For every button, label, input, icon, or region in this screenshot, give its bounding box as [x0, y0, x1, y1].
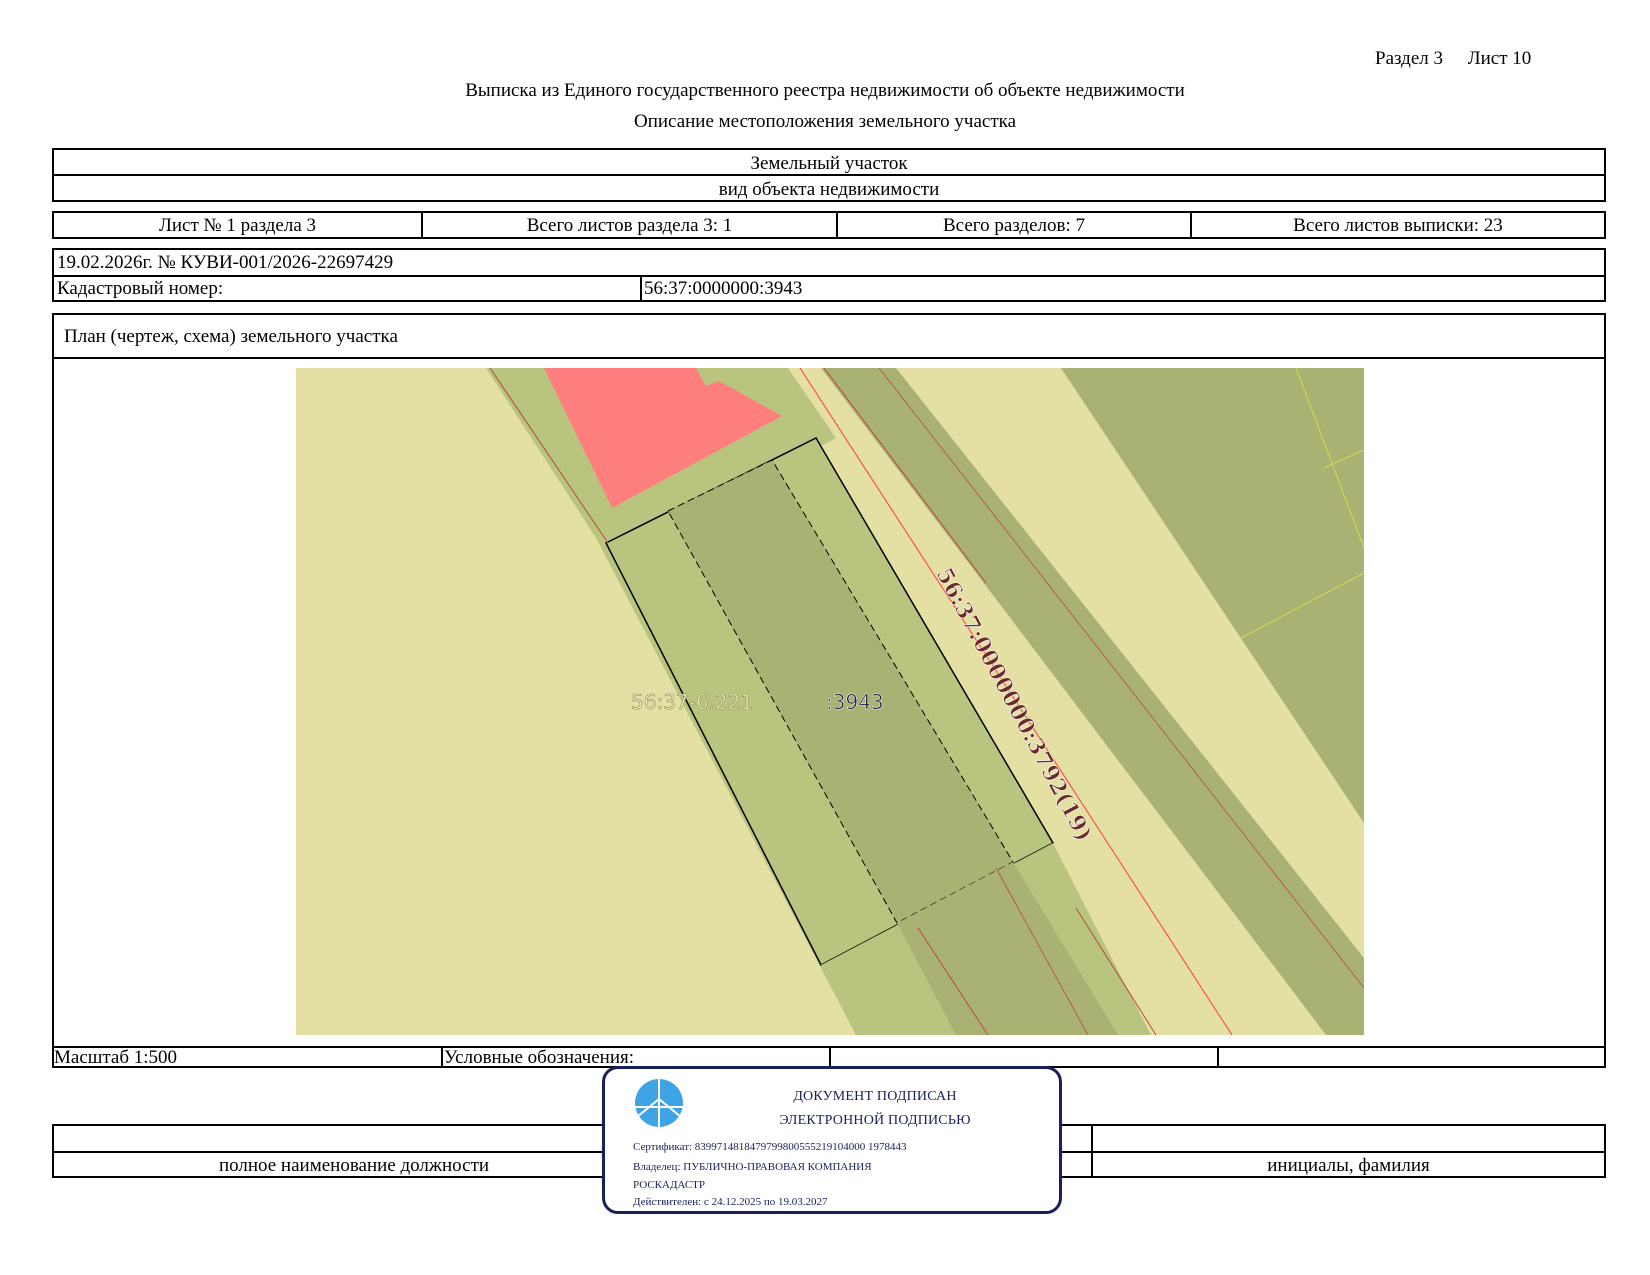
object-type-value: Земельный участок: [750, 153, 908, 174]
divider: [54, 174, 1604, 176]
stamp-owner: Владелец: ПУБЛИЧНО-ПРАВОВАЯ КОМПАНИЯ: [633, 1161, 872, 1173]
divider: [829, 1046, 831, 1066]
legend-label: Условные обозначения:: [444, 1047, 635, 1068]
stamp-owner-continued: РОСКАДАСТР: [633, 1179, 706, 1191]
stamp-certificate: Сертификат: 8399714818479799800555219104…: [633, 1141, 907, 1153]
document-title: Выписка из Единого государственного реес…: [465, 80, 1185, 101]
sheet-info-row: Лист № 1 раздела 3 Всего листов раздела …: [52, 211, 1606, 239]
zone-label: 56:37-6.221: [631, 690, 753, 714]
rosreestr-logo-icon: [635, 1079, 683, 1127]
name-caption: инициалы, фамилия: [1267, 1155, 1430, 1176]
total-sections: Всего разделов: 7: [942, 215, 1086, 236]
stamp-line-2: ЭЛЕКТРОННОЙ ПОДПИСЬЮ: [779, 1113, 971, 1128]
plan-heading: План (чертеж, схема) земельного участка: [64, 326, 398, 347]
registry-info-table: 19.02.2026г. № КУВИ-001/2026-22697429 Ка…: [52, 248, 1606, 302]
divider: [54, 357, 1604, 359]
cadastral-number-label: Кадастровый номер:: [57, 278, 224, 299]
stamp-validity: Действителен: с 24.12.2025 по 19.03.2027: [633, 1196, 828, 1208]
scale-label: Масштаб 1:500: [54, 1047, 178, 1068]
sheet-of-section: Лист № 1 раздела 3: [158, 215, 317, 236]
document-subtitle: Описание местоположения земельного участ…: [633, 111, 1017, 132]
sheet-number: Лист 10: [1467, 48, 1532, 69]
divider: [54, 275, 1604, 277]
section-sheet-reference: Раздел 3 Лист 10: [1375, 48, 1531, 70]
stamp-line-1: ДОКУМЕНТ ПОДПИСАН: [793, 1089, 957, 1104]
electronic-signature-stamp: ДОКУМЕНТ ПОДПИСАН ЭЛЕКТРОННОЙ ПОДПИСЬЮ С…: [602, 1066, 1062, 1214]
divider: [640, 275, 642, 300]
position-caption: полное наименование должности: [218, 1155, 490, 1176]
divider: [441, 1046, 443, 1066]
section-number: Раздел 3: [1375, 48, 1443, 69]
object-type-table: Земельный участок вид объекта недвижимос…: [52, 148, 1606, 202]
cadastral-number-value: 56:37:0000000:3943: [644, 278, 803, 299]
total-extract-sheets: Всего листов выписки: 23: [1293, 215, 1503, 236]
cadastral-map: 56:37-6.221 :3943 56:37:0000000:3792(19): [296, 368, 1364, 1035]
divider: [1217, 1046, 1219, 1066]
total-section-sheets: Всего листов раздела 3: 1: [526, 215, 733, 236]
extract-date-number: 19.02.2026г. № КУВИ-001/2026-22697429: [57, 252, 394, 273]
parcel-label: :3943: [826, 690, 884, 714]
object-type-caption: вид объекта недвижимости: [718, 179, 940, 200]
